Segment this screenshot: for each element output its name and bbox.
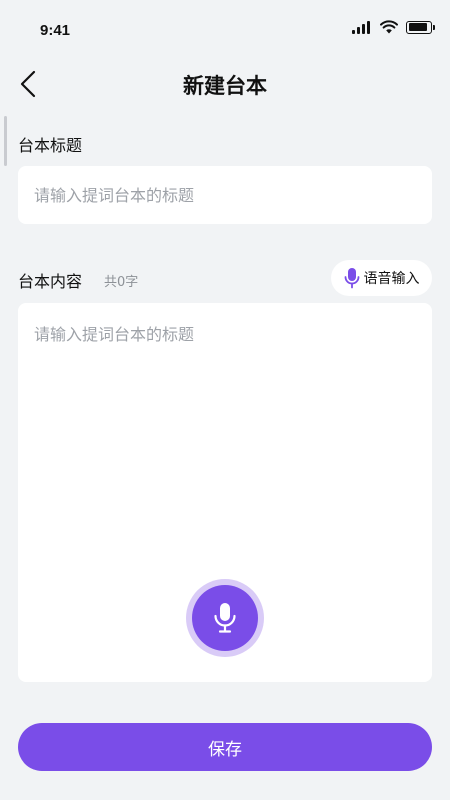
status-icons xyxy=(352,20,435,34)
scroll-indicator xyxy=(4,116,7,166)
title-input[interactable] xyxy=(18,166,432,224)
save-button[interactable]: 保存 xyxy=(18,723,432,771)
microphone-icon xyxy=(214,603,236,633)
cellular-signal-icon xyxy=(352,20,372,34)
voice-input-button[interactable]: 语音输入 xyxy=(331,260,432,296)
record-voice-button-inner xyxy=(192,585,258,651)
microphone-icon xyxy=(344,268,359,289)
title-label: 台本标题 xyxy=(18,136,83,155)
status-bar: 9:41 xyxy=(0,0,450,56)
voice-input-label: 语音输入 xyxy=(363,271,420,287)
record-voice-button[interactable] xyxy=(186,579,264,657)
content-label: 台本内容 xyxy=(18,272,83,291)
page-title: 新建台本 xyxy=(183,74,267,98)
status-time: 9:41 xyxy=(40,22,71,39)
navigation-header: 新建台本 xyxy=(0,56,450,112)
wifi-icon xyxy=(380,20,398,34)
char-count: 共0字 xyxy=(104,275,139,290)
battery-icon xyxy=(406,20,435,34)
